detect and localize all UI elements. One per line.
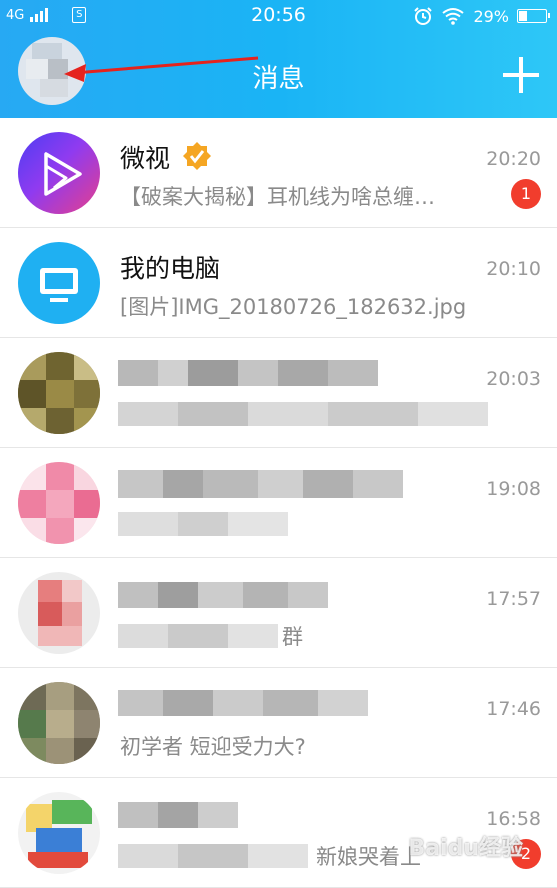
verified-badge-icon xyxy=(182,142,211,170)
contact-avatar xyxy=(18,572,100,654)
conversation-time: 20:20 xyxy=(486,148,541,170)
conversation-item[interactable]: 微视 【破案大揭秘】耳机线为啥总缠… 20:20 1 xyxy=(0,118,557,228)
contact-avatar xyxy=(18,462,100,544)
conversation-preview: 初学者 短迎受力大? xyxy=(120,735,306,759)
obscured-preview xyxy=(118,624,278,648)
conversation-time: 20:03 xyxy=(486,368,541,390)
alarm-icon xyxy=(414,7,433,25)
header-bar: 4G S 20:56 29% 消息 xyxy=(0,0,557,118)
obscured-name xyxy=(118,470,403,498)
conversation-preview: [图片]IMG_20180726_182632.jpg xyxy=(120,295,467,319)
conversation-name: 微视 xyxy=(120,139,212,175)
contact-avatar xyxy=(18,352,100,434)
conversation-item[interactable]: 20:03 xyxy=(0,338,557,448)
conversation-time: 17:57 xyxy=(486,588,541,610)
unread-badge: 1 xyxy=(511,179,541,209)
obscured-name xyxy=(118,802,238,828)
conversation-preview: 群 xyxy=(282,625,303,649)
battery-icon xyxy=(517,9,550,23)
contact-avatar xyxy=(18,682,100,764)
status-bar: 4G S 20:56 29% xyxy=(0,0,557,34)
conversation-time: 19:08 xyxy=(486,478,541,500)
conversation-time: 16:58 xyxy=(486,808,541,830)
contact-avatar xyxy=(18,792,100,874)
conversation-item[interactable]: 群 17:57 xyxy=(0,558,557,668)
monitor-icon xyxy=(18,242,100,324)
obscured-preview xyxy=(118,402,488,426)
obscured-preview xyxy=(118,844,308,868)
battery-percent: 29% xyxy=(473,6,509,26)
obscured-name xyxy=(118,690,368,716)
conversation-name: 我的电脑 xyxy=(120,254,221,283)
wifi-icon xyxy=(442,8,465,25)
obscured-name xyxy=(118,360,378,386)
plus-icon[interactable] xyxy=(503,57,539,93)
conversation-item[interactable]: 我的电脑 [图片]IMG_20180726_182632.jpg 20:10 xyxy=(0,228,557,338)
page-title: 消息 xyxy=(252,64,305,94)
obscured-preview xyxy=(118,512,288,536)
conversation-preview: 新娘哭着上 xyxy=(316,845,421,869)
conversation-list: 微视 【破案大揭秘】耳机线为啥总缠… 20:20 1 我的电脑 [图片]IMG_… xyxy=(0,118,557,888)
weishi-logo-icon xyxy=(18,132,100,214)
conversation-item[interactable]: 初学者 短迎受力大? 17:46 xyxy=(0,668,557,778)
conversation-time: 20:10 xyxy=(486,258,541,280)
conversation-time: 17:46 xyxy=(486,698,541,720)
conversation-item[interactable]: 19:08 xyxy=(0,448,557,558)
watermark: Baidu经验 xyxy=(408,836,523,861)
conversation-preview: 【破案大揭秘】耳机线为啥总缠… xyxy=(120,185,435,209)
obscured-name xyxy=(118,582,328,608)
